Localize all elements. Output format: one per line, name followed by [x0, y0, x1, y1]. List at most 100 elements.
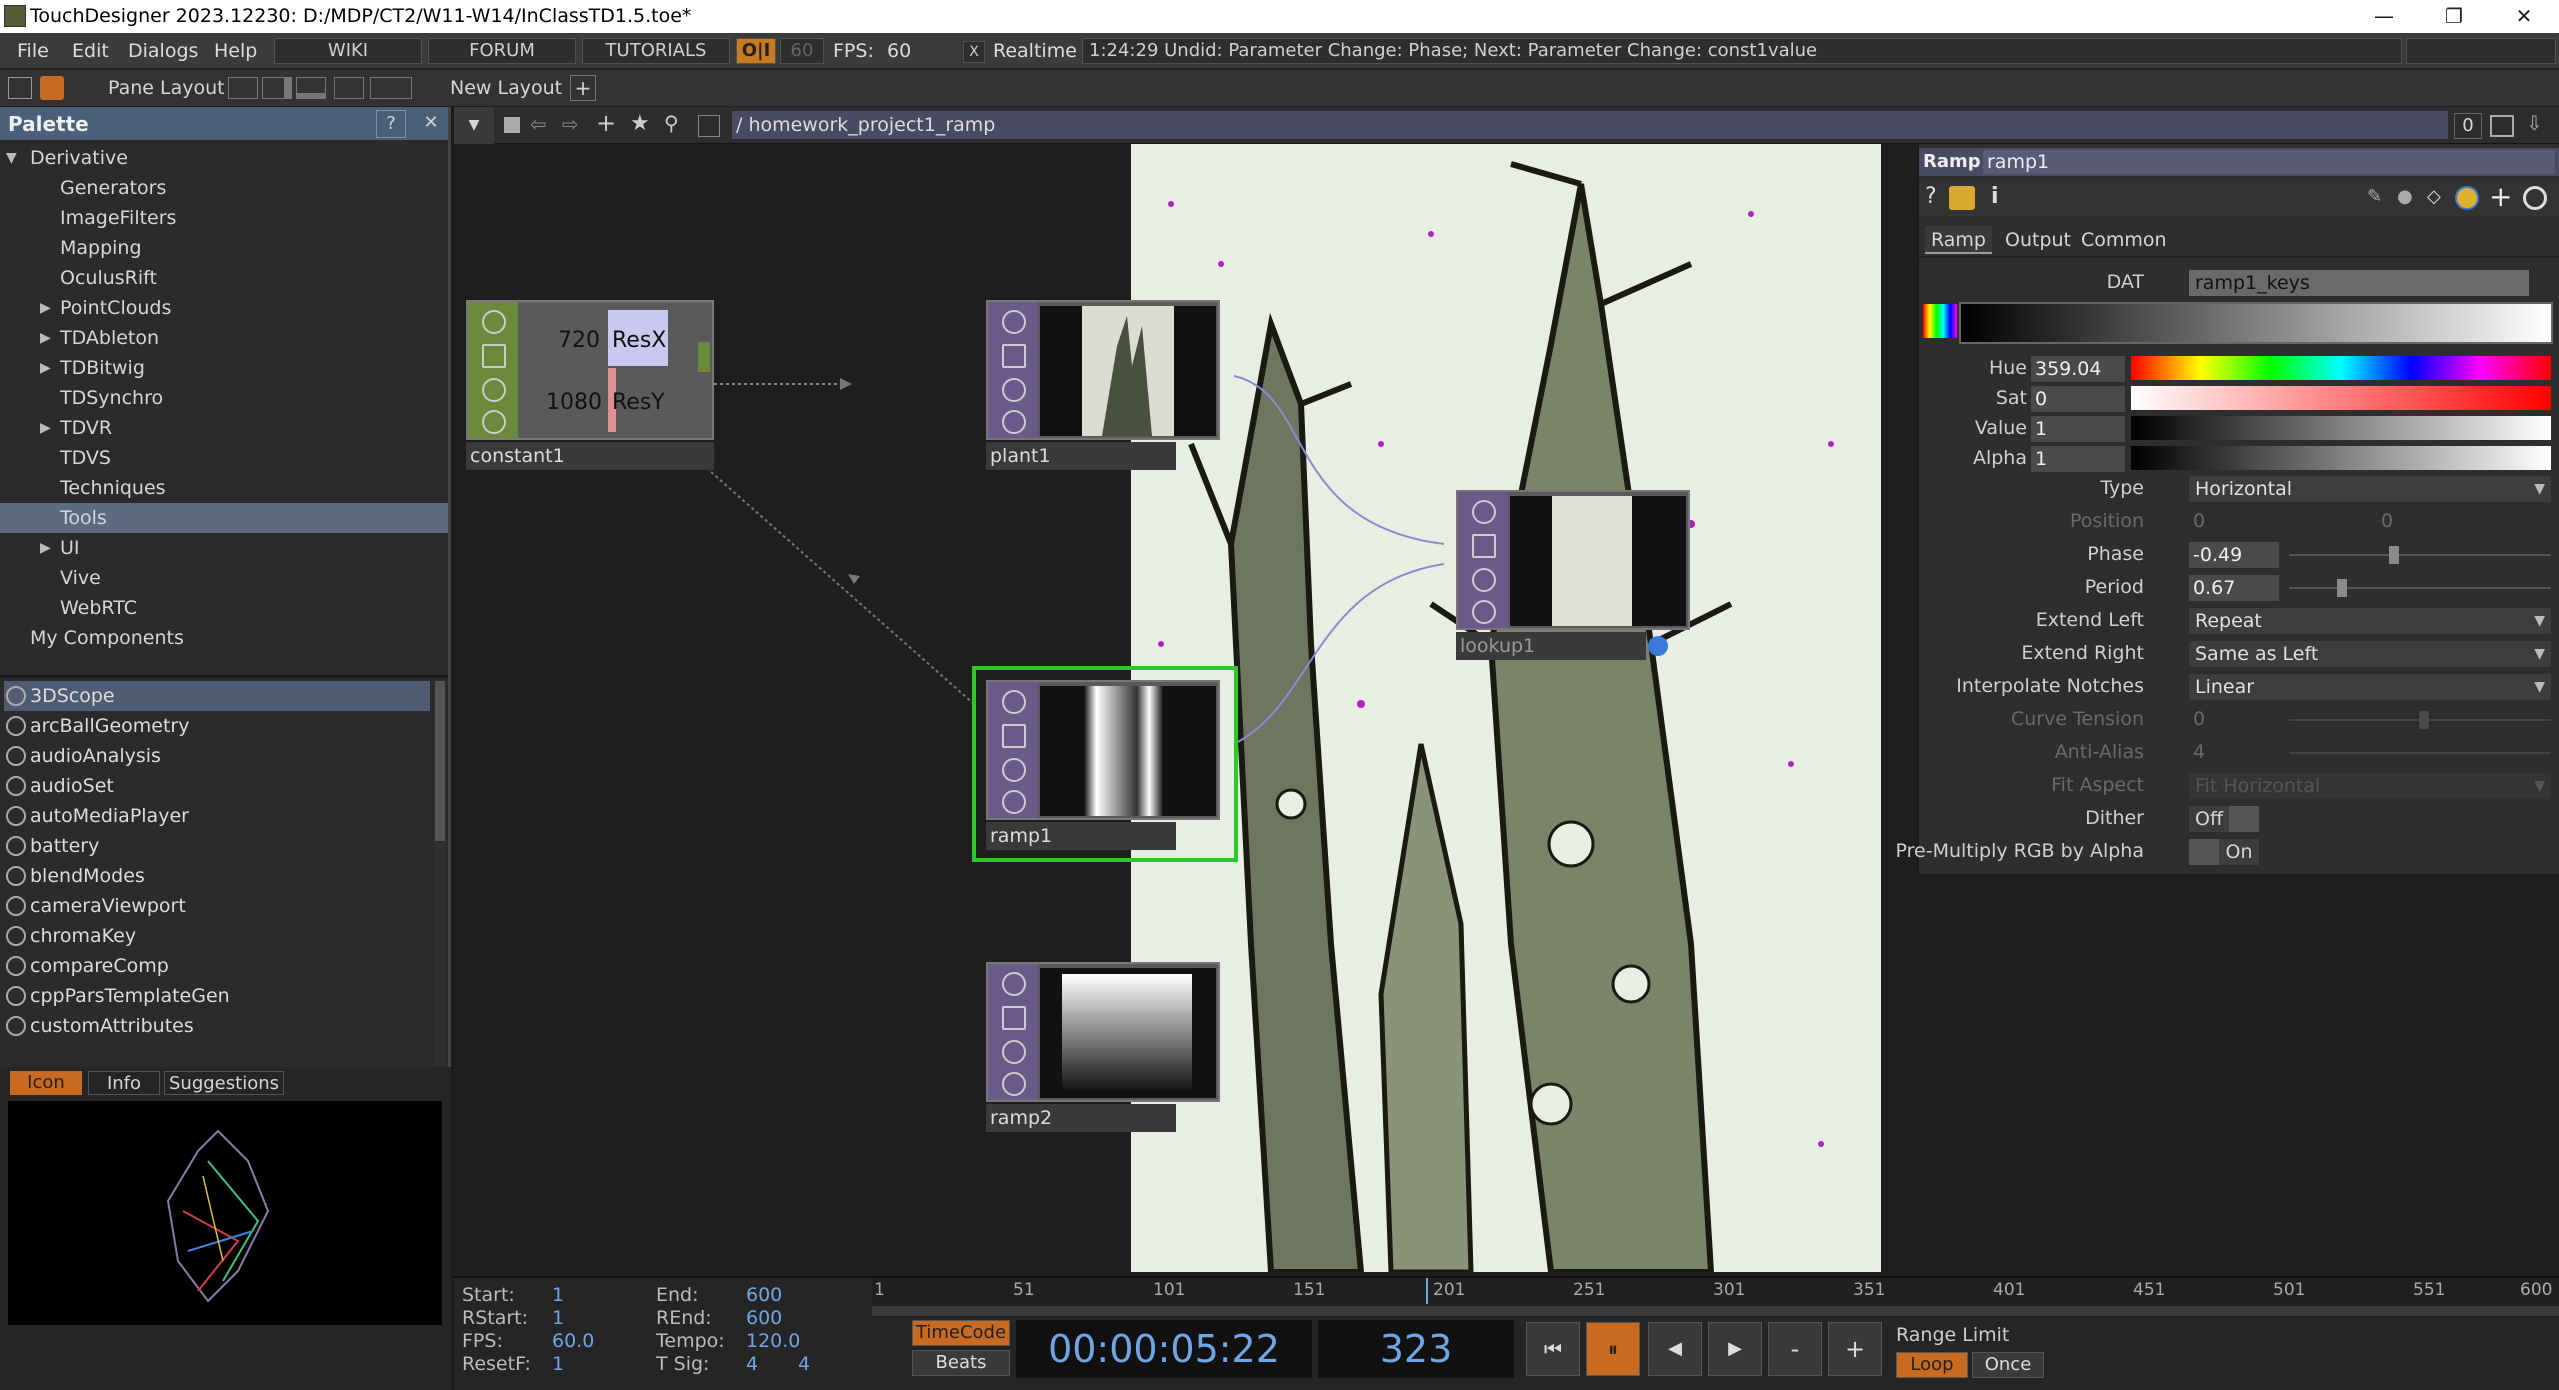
slider-knob[interactable]	[2419, 711, 2429, 729]
tree-item-my-components[interactable]: My Components	[30, 623, 184, 653]
layout-triple-icon[interactable]	[334, 77, 364, 99]
tree-item-imagefilters[interactable]: ImageFilters	[60, 203, 176, 233]
start-value[interactable]: 1	[552, 1284, 564, 1306]
info-icon[interactable]: i	[1991, 184, 1999, 209]
frame-display[interactable]: 323	[1318, 1320, 1514, 1378]
tree-item-tdableton[interactable]: ▶ TDAbleton	[0, 323, 159, 353]
pane-split-icon[interactable]	[8, 77, 32, 99]
flag-icon[interactable]	[482, 344, 506, 368]
view-icon[interactable]	[698, 115, 720, 137]
add-layout-button[interactable]: +	[570, 75, 596, 101]
layout-quad-icon[interactable]	[370, 77, 412, 99]
operator-plant1[interactable]: plant1	[986, 300, 1234, 476]
tree-item-techniques[interactable]: Techniques	[60, 473, 166, 503]
tsig-numerator[interactable]: 4	[746, 1353, 758, 1375]
add-operator-icon[interactable]: +	[596, 109, 616, 137]
arrow-icon[interactable]	[1002, 378, 1026, 402]
tutorials-button[interactable]: TUTORIALS	[582, 38, 730, 64]
end-value[interactable]: 600	[746, 1284, 782, 1306]
tree-item-pointclouds[interactable]: ▶ PointClouds	[0, 293, 171, 323]
tree-item-generators[interactable]: Generators	[60, 173, 166, 203]
alpha-field[interactable]: 1	[2031, 446, 2125, 472]
list-item[interactable]: 3DScope	[4, 681, 430, 711]
minus-button[interactable]: -	[1768, 1322, 1822, 1376]
new-layout-label[interactable]: New Layout	[450, 77, 562, 99]
add-icon[interactable]: +	[2489, 180, 2512, 213]
extend-right-menu[interactable]: Same as Left ▼	[2189, 641, 2551, 667]
node-body[interactable]	[986, 300, 1220, 440]
timecode-display[interactable]: 00:00:05:22	[1016, 1320, 1312, 1378]
tree-item-tdvr[interactable]: ▶ TDVR	[0, 413, 112, 443]
comment-icon[interactable]: ●	[2397, 186, 2413, 207]
extend-left-menu[interactable]: Repeat ▼	[2189, 608, 2551, 634]
tree-item-tdbitwig[interactable]: ▶ TDBitwig	[0, 353, 145, 383]
menu-help[interactable]: Help	[214, 40, 257, 62]
list-item[interactable]: compareComp	[4, 951, 430, 981]
rstart-value[interactable]: 1	[552, 1307, 564, 1329]
tab-ramp[interactable]: Ramp	[1925, 226, 1992, 254]
interpolate-menu[interactable]: Linear ▼	[2189, 674, 2551, 700]
playhead[interactable]	[1426, 1278, 1428, 1304]
phase-field[interactable]: -0.49	[2189, 542, 2279, 568]
flag-icon[interactable]	[1002, 724, 1026, 748]
viewer-icon[interactable]	[1002, 690, 1026, 714]
edit-icon[interactable]: ✎	[2367, 186, 2382, 207]
sat-slider[interactable]	[2131, 386, 2551, 410]
home-icon[interactable]	[40, 76, 64, 100]
realtime-checkbox[interactable]: X	[963, 41, 985, 63]
hue-slider[interactable]	[2131, 356, 2551, 380]
node-body[interactable]	[986, 680, 1220, 820]
search-icon[interactable]: ⚲	[664, 111, 679, 135]
menu-edit[interactable]: Edit	[72, 40, 109, 62]
fps-value[interactable]: 60.0	[552, 1330, 594, 1352]
play-icon[interactable]: ▶	[1708, 1322, 1762, 1376]
slider-knob[interactable]	[2337, 579, 2347, 597]
list-item[interactable]: arcBallGeometry	[4, 711, 430, 741]
stop-icon[interactable]	[504, 117, 520, 133]
tag-icon[interactable]: ◇	[2427, 186, 2441, 207]
hue-field[interactable]: 359.04	[2031, 356, 2125, 382]
close-window-button[interactable]: ✕	[2489, 0, 2559, 33]
position-y[interactable]: 0	[2381, 510, 2393, 532]
resetf-value[interactable]: 1	[552, 1353, 564, 1375]
wiki-button[interactable]: WIKI	[274, 38, 422, 64]
timecode-button[interactable]: TimeCode	[912, 1320, 1010, 1346]
list-item[interactable]: blendModes	[4, 861, 430, 891]
node-name[interactable]: constant1	[466, 442, 714, 470]
plus-button[interactable]: +	[1828, 1322, 1882, 1376]
tsig-denominator[interactable]: 4	[798, 1353, 810, 1375]
arrow-icon[interactable]	[1002, 1040, 1026, 1064]
list-item[interactable]: cppParsTemplateGen	[4, 981, 430, 1011]
link-icon[interactable]	[1002, 790, 1026, 814]
list-item[interactable]: customAttributes	[4, 1011, 430, 1041]
menu-file[interactable]: File	[17, 40, 49, 62]
tab-info[interactable]: Info	[88, 1071, 160, 1095]
viewer-icon[interactable]	[1002, 310, 1026, 334]
type-menu[interactable]: Horizontal ▼	[2189, 476, 2551, 502]
rend-value[interactable]: 600	[746, 1307, 782, 1329]
link-icon[interactable]	[482, 410, 506, 434]
minimize-button[interactable]: —	[2349, 0, 2419, 33]
ramp-editor[interactable]	[1959, 302, 2553, 344]
list-item[interactable]: audioAnalysis	[4, 741, 430, 771]
op-name-field[interactable]: ramp1	[1983, 150, 2555, 174]
chevron-down-icon[interactable]: ▼	[454, 107, 494, 144]
color-picker-icon[interactable]	[1923, 304, 1957, 338]
link-icon[interactable]	[1002, 410, 1026, 434]
link-icon[interactable]	[1002, 1072, 1026, 1096]
menu-dialogs[interactable]: Dialogs	[128, 40, 198, 62]
tree-item-derivative[interactable]: ▼ Derivative	[0, 143, 448, 173]
list-item[interactable]: autoMediaPlayer	[4, 801, 430, 831]
restore-button[interactable]: ❐	[2419, 0, 2489, 33]
blue-flag-icon[interactable]	[1648, 636, 1668, 656]
tab-common[interactable]: Common	[2075, 226, 2173, 254]
layout-hsplit-icon[interactable]	[296, 77, 326, 99]
tree-item-oculusrift[interactable]: OculusRift	[60, 263, 157, 293]
loop-button[interactable]: Loop	[1896, 1352, 1968, 1378]
node-body[interactable]	[986, 962, 1220, 1102]
layout-single-icon[interactable]	[228, 77, 258, 99]
flag-icon[interactable]	[1002, 1006, 1026, 1030]
forum-button[interactable]: FORUM	[428, 38, 576, 64]
anti-alias-slider[interactable]	[2289, 752, 2551, 754]
palette-close-button[interactable]: ✕	[416, 110, 446, 138]
